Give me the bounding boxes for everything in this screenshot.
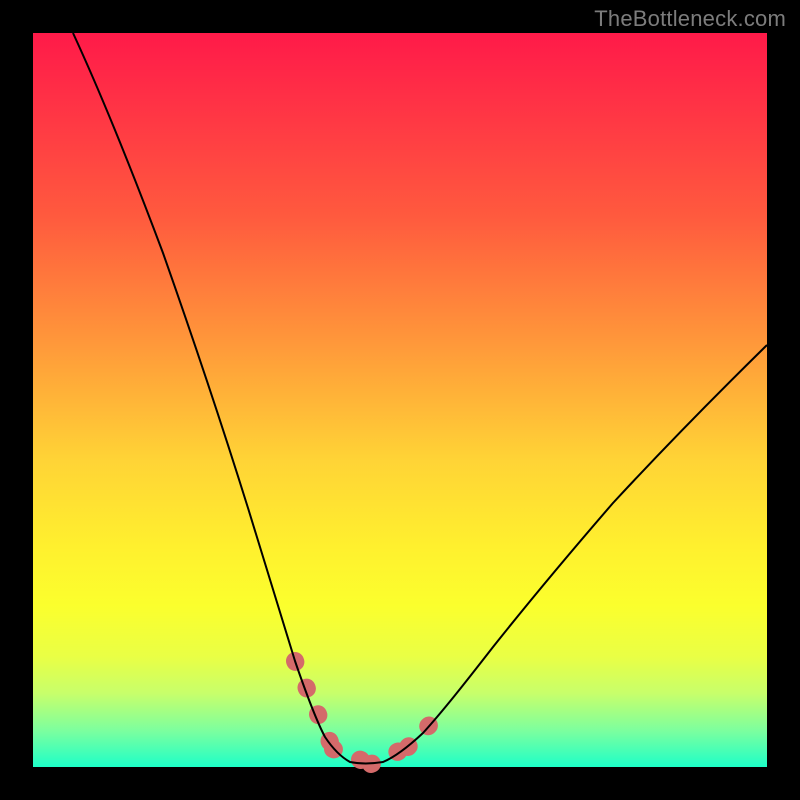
plot-area	[33, 33, 767, 767]
curve-svg	[33, 33, 767, 767]
marker-band	[295, 661, 443, 764]
chart-frame: TheBottleneck.com	[0, 0, 800, 800]
main-curve	[73, 33, 767, 764]
watermark-label: TheBottleneck.com	[594, 6, 786, 32]
